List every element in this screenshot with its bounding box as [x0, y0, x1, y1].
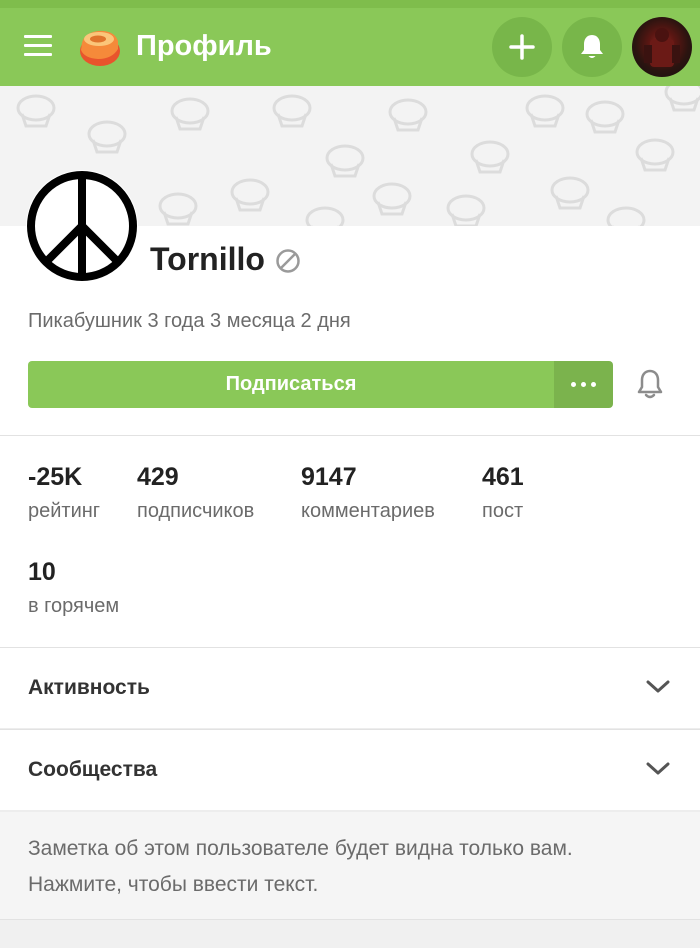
chevron-down-icon — [646, 762, 670, 775]
chevron-down-icon — [646, 680, 670, 693]
peace-sign-icon — [27, 171, 137, 281]
user-note[interactable]: Заметка об этом пользователе будет видна… — [0, 812, 700, 920]
member-tenure: Пикабушник 3 года 3 месяца 2 дня — [28, 310, 351, 332]
more-dots-icon — [591, 382, 596, 387]
more-dots-icon — [571, 382, 576, 387]
stat-value: 10 — [28, 558, 56, 586]
stat-label: рейтинг — [28, 500, 101, 522]
stat-value: -25K — [28, 463, 83, 491]
more-options-button[interactable] — [554, 361, 613, 408]
stat-hot[interactable]: 10 в горячем — [28, 558, 119, 618]
section-label: Активность — [28, 676, 150, 699]
hamburger-icon[interactable] — [24, 35, 52, 57]
stat-value: 9147 — [301, 463, 357, 491]
notifications-button[interactable] — [562, 17, 622, 77]
add-button[interactable] — [492, 17, 552, 77]
more-dots-icon — [581, 382, 586, 387]
section-activity[interactable]: Активность — [0, 648, 700, 728]
ban-icon — [276, 249, 300, 273]
page-title: Профиль — [136, 30, 272, 62]
top-app-bar: Профиль — [0, 0, 700, 86]
avatar-image — [644, 28, 680, 67]
bell-icon — [581, 35, 603, 58]
bottom-area — [0, 920, 700, 948]
stat-rating[interactable]: -25K рейтинг — [28, 463, 100, 523]
stat-value: 461 — [482, 463, 524, 491]
stat-comments[interactable]: 9147 комментариев — [301, 463, 435, 523]
section-label: Сообщества — [28, 758, 158, 781]
pikabu-logo[interactable] — [74, 23, 122, 69]
divider — [0, 435, 700, 436]
stat-label: комментариев — [301, 500, 435, 522]
subscribe-button[interactable]: Подписаться — [28, 361, 554, 408]
stat-subscribers[interactable]: 429 подписчиков — [137, 463, 254, 523]
stat-posts[interactable]: 461 пост — [482, 463, 524, 523]
stat-value: 429 — [137, 463, 179, 491]
plus-icon — [509, 34, 535, 60]
user-avatar[interactable] — [632, 17, 692, 77]
stat-label: пост — [482, 500, 524, 522]
stat-label: в горячем — [28, 595, 120, 617]
section-communities[interactable]: Сообщества — [0, 730, 700, 810]
bell-outline-icon[interactable] — [636, 368, 664, 400]
stat-label: подписчиков — [137, 500, 255, 522]
username: Tornillo — [150, 241, 265, 277]
profile-avatar[interactable] — [26, 170, 138, 282]
